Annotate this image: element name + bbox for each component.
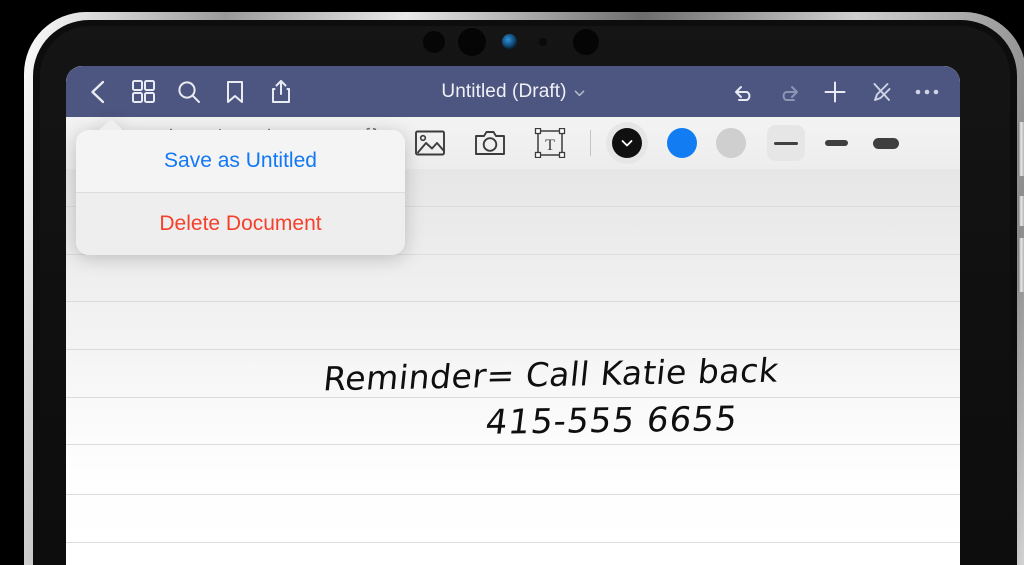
microphone-icon [539,38,547,46]
camera-icon [475,131,505,155]
volume-down-button[interactable] [1018,238,1024,292]
navbar-right-group [720,69,960,115]
bookmark-icon [227,80,243,103]
stroke-weight-thick[interactable] [867,125,905,161]
camera-lens-icon [573,29,599,55]
back-button[interactable] [74,69,120,115]
svg-text:T: T [545,137,555,154]
stroke-weight-thick-bar [873,137,899,149]
stroke-weight-medium[interactable] [817,125,855,161]
color-swatch-gray[interactable] [716,128,746,158]
bookmark-button[interactable] [212,69,258,115]
ambient-sensor-icon [502,34,517,49]
handwriting-line-1: Reminder= Call Katie back [321,350,781,399]
ruled-line [66,397,960,398]
grid-icon [131,80,155,103]
front-camera-cluster [0,28,1024,62]
handwriting-line-2: 415-555 6655 [483,399,741,443]
power-button[interactable] [1018,196,1024,226]
stroke-weight-medium-bar [824,140,848,146]
ruled-line [66,542,960,543]
delete-document-item[interactable]: Delete Document [76,193,405,255]
plus-icon [824,81,846,102]
more-options-button[interactable] [904,69,950,115]
color-swatch-black[interactable] [612,128,642,158]
camera-lens-icon [458,28,486,56]
popover-body: Save as Untitled Delete Document [76,130,405,255]
save-as-untitled-item[interactable]: Save as Untitled [76,130,405,192]
share-button[interactable] [258,69,304,115]
ruled-line [66,349,960,350]
pen-slash-icon [873,82,891,101]
stroke-weight-thin[interactable] [767,125,805,161]
grid-view-button[interactable] [120,69,166,115]
volume-up-button[interactable] [1018,122,1024,176]
ruled-line [66,301,960,302]
chevron-down-icon [574,90,584,97]
ellipsis-icon [915,89,939,94]
undo-button[interactable] [720,69,766,115]
search-button[interactable] [166,69,212,115]
ruled-line [66,494,960,495]
chevron-left-icon [90,80,104,103]
navigation-bar: Untitled (Draft) [66,66,960,117]
text-box-button[interactable]: T [520,117,580,169]
undo-icon [734,86,750,101]
page-title: Untitled (Draft) [441,80,567,102]
image-icon [415,130,445,156]
text-box-icon: T [534,128,566,158]
redo-button[interactable] [766,69,812,115]
search-icon [178,80,200,103]
chevron-down-icon [621,140,633,147]
navbar-left-group [66,69,304,115]
redo-icon [782,86,798,101]
ruled-line [66,444,960,445]
camera-button[interactable] [460,117,520,169]
disable-stylus-button[interactable] [858,69,904,115]
tablet-screen: Untitled (Draft) T Reminder= Call Katie … [66,66,960,565]
share-icon [272,80,290,103]
add-button[interactable] [812,69,858,115]
stroke-weight-thin-bar [774,141,798,145]
camera-lens-icon [423,31,445,53]
insert-image-button[interactable] [400,117,460,169]
toolbar-divider-2 [590,130,591,156]
device-frame: Untitled (Draft) T Reminder= Call Katie … [0,0,1024,565]
color-swatch-blue[interactable] [667,128,697,158]
